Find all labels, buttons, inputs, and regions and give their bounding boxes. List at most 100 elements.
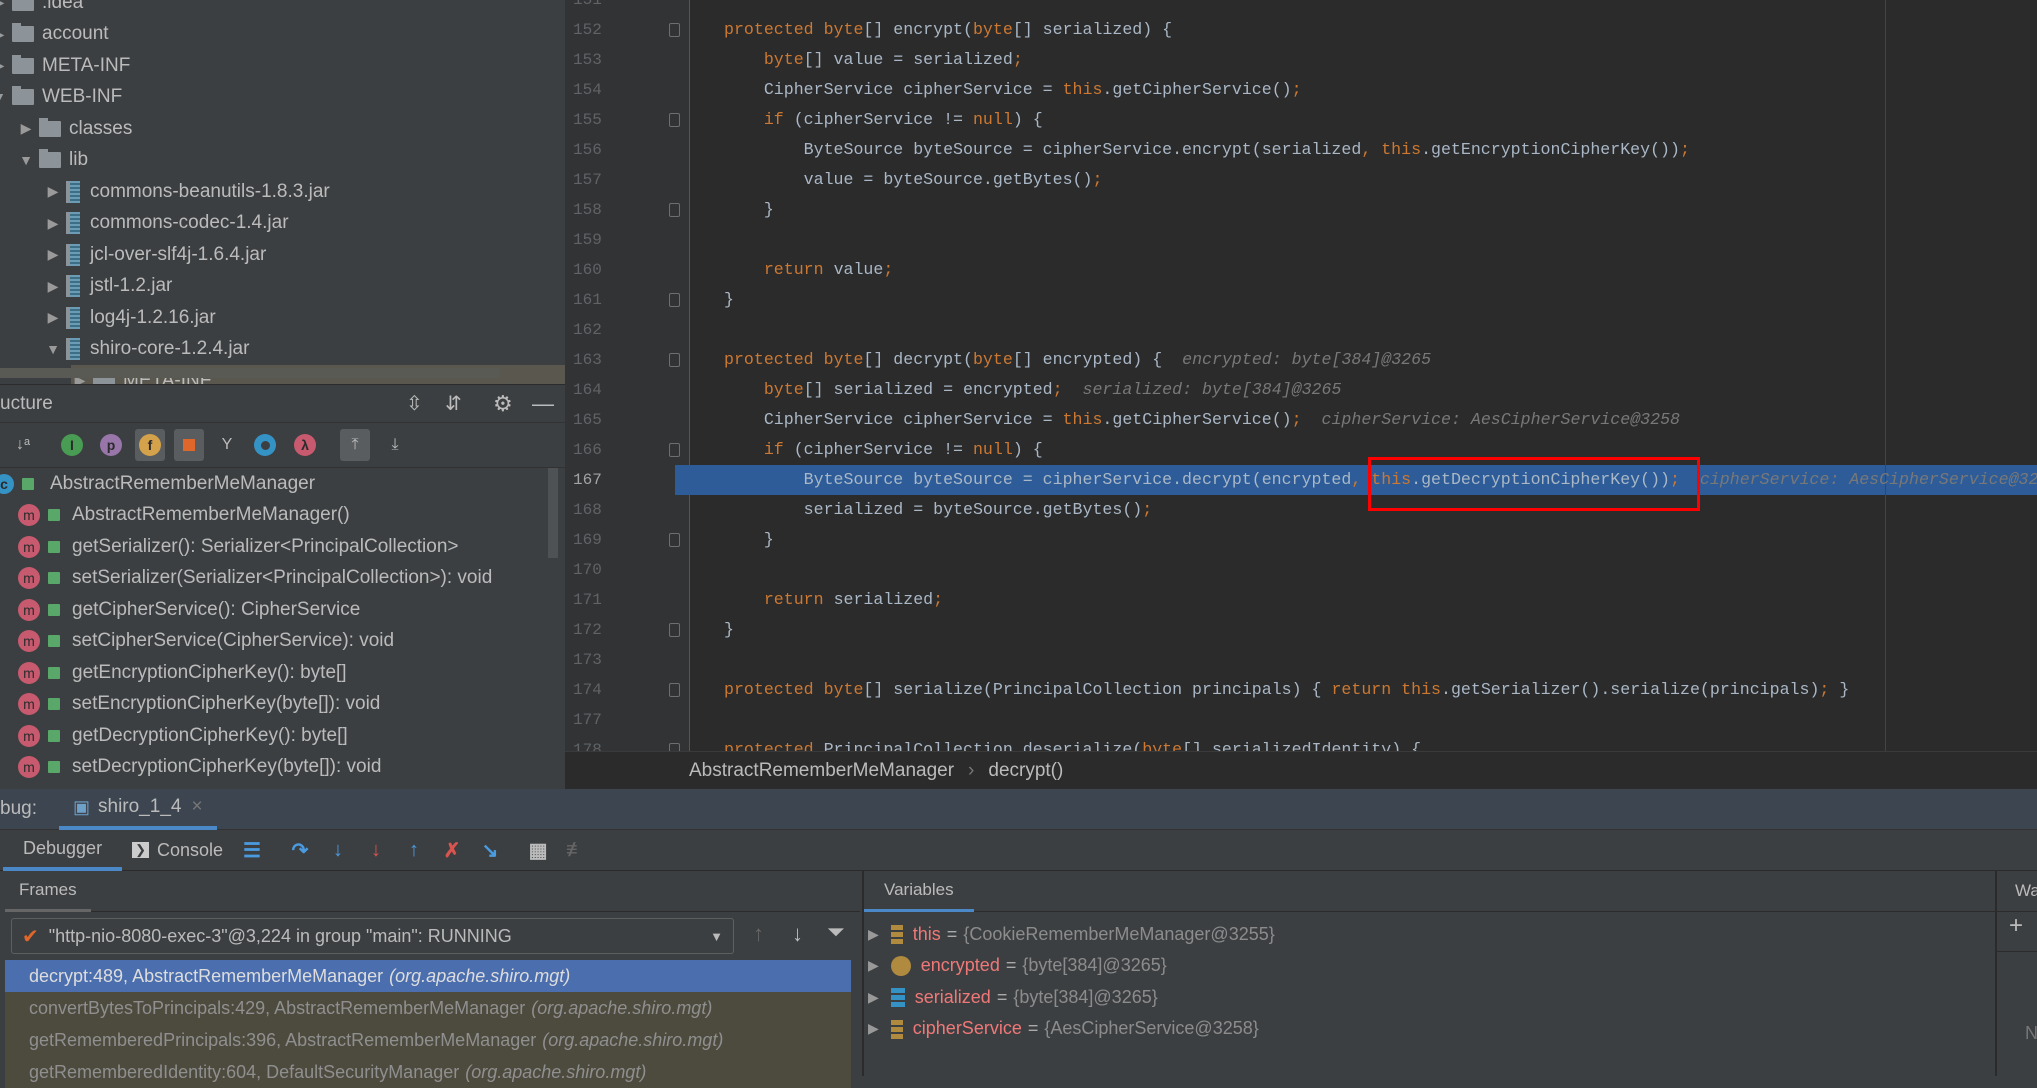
fold-marker-icon[interactable] [669, 623, 680, 637]
code-line[interactable]: byte[] value = serialized; [724, 45, 1023, 75]
show-execution-point-icon[interactable]: ☰ [239, 837, 265, 863]
code-line[interactable]: serialized = byteSource.getBytes(); [724, 495, 1153, 525]
variable-item[interactable]: ▶ encrypted = {byte[384]@3265} [864, 950, 1167, 982]
structure-class[interactable]: c AbstractRememberMeManager [0, 468, 315, 499]
expand-arrow-icon[interactable]: ▶ [868, 989, 879, 1006]
filter-icon[interactable]: ⏷ [827, 919, 845, 945]
collapsed-arrow-icon[interactable]: ▶ [0, 26, 8, 43]
structure-member[interactable]: m getSerializer(): Serializer<PrincipalCo… [0, 531, 459, 562]
expanded-arrow-icon[interactable]: ▼ [44, 341, 62, 357]
step-into-icon[interactable]: ↓ [325, 837, 351, 863]
fold-marker-icon[interactable] [669, 353, 680, 367]
frame-item[interactable]: decrypt:489, AbstractRememberMeManager (o… [5, 960, 851, 992]
thread-selector[interactable]: ✔ "http-nio-8080-exec-3"@3,224 in group … [11, 918, 734, 954]
tree-item[interactable]: ▶ log4j-1.2.16.jar [44, 302, 216, 333]
tree-item[interactable]: ▶ jcl-over-slf4j-1.6.4.jar [44, 239, 266, 270]
code-line[interactable]: } [724, 615, 734, 645]
tree-item[interactable]: ▶ commons-beanutils-1.8.3.jar [44, 176, 330, 207]
session-tab[interactable]: ▣ shiro_1_4 × [58, 789, 217, 830]
previous-frame-icon[interactable]: ↑ [753, 921, 764, 947]
circle-icon[interactable] [250, 429, 280, 461]
expand-arrow-icon[interactable]: ▶ [868, 957, 879, 974]
inherited-icon[interactable]: I [57, 429, 87, 461]
code-line[interactable]: } [724, 285, 734, 315]
tree-item[interactable]: ▼ shiro-core-1.2.4.jar [44, 334, 249, 365]
property-icon[interactable]: p [96, 429, 126, 461]
expanded-arrow-icon[interactable]: ▼ [0, 89, 8, 105]
structure-member[interactable]: m getEncryptionCipherKey(): byte[] [0, 657, 347, 688]
tab-console[interactable]: ❯ Console [122, 840, 233, 861]
editor-gutter[interactable]: 151 152 153 154 155 156 157 158 159 160 161 162 163 1… [565, 0, 690, 751]
non-public-icon[interactable] [174, 429, 204, 461]
tree-item[interactable]: ▼ lib [17, 145, 88, 176]
code-line[interactable]: ByteSource byteSource = cipherService.en… [724, 135, 1690, 165]
run-to-cursor-icon[interactable]: ↘ [477, 837, 503, 863]
expand-all-icon[interactable]: ⇳ [406, 391, 423, 416]
step-out-icon[interactable]: ↑ [401, 837, 427, 863]
collapsed-arrow-icon[interactable]: ▶ [44, 215, 62, 232]
autoscroll-to-source-icon[interactable]: ⤒ [340, 429, 370, 461]
next-frame-icon[interactable]: ↓ [792, 921, 803, 947]
structure-member[interactable]: m setSerializer(Serializer<PrincipalColle… [0, 563, 492, 594]
tree-item[interactable]: ▶ account [0, 19, 109, 50]
collapsed-arrow-icon[interactable]: ▶ [44, 246, 62, 263]
chevron-down-icon[interactable]: ▼ [710, 929, 723, 944]
frame-item[interactable]: convertBytesToPrincipals:429, AbstractRe… [5, 992, 851, 1024]
expand-arrow-icon[interactable]: ▶ [868, 926, 879, 943]
expand-arrow-icon[interactable]: ▶ [868, 1020, 879, 1037]
tree-item[interactable]: ▶ classes [17, 113, 132, 144]
gear-icon[interactable]: ⚙ [493, 391, 513, 417]
tree-item[interactable]: ▼ WEB-INF [0, 82, 122, 113]
code-line[interactable]: if (cipherService != null) { [724, 105, 1043, 135]
code-line[interactable]: return serialized; [724, 585, 943, 615]
variable-item[interactable]: ▶ cipherService = {AesCipherService@3258} [864, 1013, 1259, 1045]
code-line[interactable]: if (cipherService != null) { [724, 435, 1043, 465]
fold-marker-icon[interactable] [669, 23, 680, 37]
tree-item[interactable]: ▶ jstl-1.2.jar [44, 271, 172, 302]
add-watch-icon[interactable]: + [1997, 912, 2037, 952]
structure-member[interactable]: m getCipherService(): CipherService [0, 594, 360, 625]
tab-debugger[interactable]: Debugger [3, 830, 123, 871]
code-line[interactable]: } [724, 195, 774, 225]
code-line[interactable]: CipherService cipherService = this.getCi… [724, 75, 1302, 105]
fold-marker-icon[interactable] [669, 443, 680, 457]
close-icon[interactable]: × [191, 796, 202, 818]
collapsed-arrow-icon[interactable]: ▶ [44, 183, 62, 200]
tree-scrollbar[interactable] [0, 368, 500, 378]
tree-item[interactable]: ▶ commons-codec-1.4.jar [44, 208, 289, 239]
fold-marker-icon[interactable] [669, 743, 680, 751]
evaluate-expression-icon[interactable]: ▦ [525, 837, 551, 863]
code-line[interactable]: byte[] serialized = encrypted; serialize… [724, 375, 1342, 405]
code-line[interactable]: protected byte[] serialize(PrincipalColl… [724, 675, 1849, 705]
structure-member[interactable]: m getDecryptionCipherKey(): byte[] [0, 720, 348, 751]
code-line[interactable]: return value; [724, 255, 893, 285]
drop-frame-icon[interactable]: ✗ [439, 837, 465, 863]
code-line[interactable]: } [724, 525, 774, 555]
collapsed-arrow-icon[interactable]: ▶ [17, 120, 35, 137]
collapsed-arrow-icon[interactable]: ▶ [44, 309, 62, 326]
code-line[interactable]: protected PrincipalCollection deserializ… [724, 735, 1421, 751]
variable-item[interactable]: ▶ this = {CookieRememberMeManager@3255} [864, 918, 1275, 950]
structure-scrollbar[interactable] [548, 468, 558, 558]
structure-member[interactable]: m setEncryptionCipherKey(byte[]): void [0, 689, 380, 720]
trace-icon[interactable]: ≢ [563, 837, 589, 863]
fold-marker-icon[interactable] [669, 533, 680, 547]
structure-member[interactable]: m AbstractRememberMeManager() [0, 500, 350, 531]
frame-item[interactable]: getRememberedIdentity:604, DefaultSecuri… [5, 1056, 851, 1088]
code-line[interactable]: protected byte[] decrypt(byte[] encrypte… [724, 345, 1431, 375]
collapse-all-icon[interactable]: ⇵ [445, 391, 462, 416]
breadcrumb-class[interactable]: AbstractRememberMeManager [689, 760, 954, 782]
force-step-into-icon[interactable]: ↓ [363, 837, 389, 863]
structure-member[interactable]: m setCipherService(CipherService): void [0, 626, 394, 657]
anonymous-icon[interactable]: Y [212, 429, 242, 461]
sort-alpha-icon[interactable]: ↓ᵃ [8, 429, 38, 461]
variable-item[interactable]: ▶ serialized = {byte[384]@3265} [864, 981, 1158, 1013]
step-over-icon[interactable]: ↷ [287, 837, 313, 863]
code-line[interactable]: CipherService cipherService = this.getCi… [724, 405, 1680, 435]
frame-item[interactable]: getRememberedPrincipals:396, AbstractRem… [5, 1024, 851, 1056]
lambda-icon[interactable]: λ [290, 429, 320, 461]
fold-marker-icon[interactable] [669, 683, 680, 697]
collapsed-arrow-icon[interactable]: ▶ [44, 278, 62, 295]
structure-member[interactable]: m setDecryptionCipherKey(byte[]): void [0, 752, 381, 783]
minimize-icon[interactable]: — [532, 391, 554, 417]
